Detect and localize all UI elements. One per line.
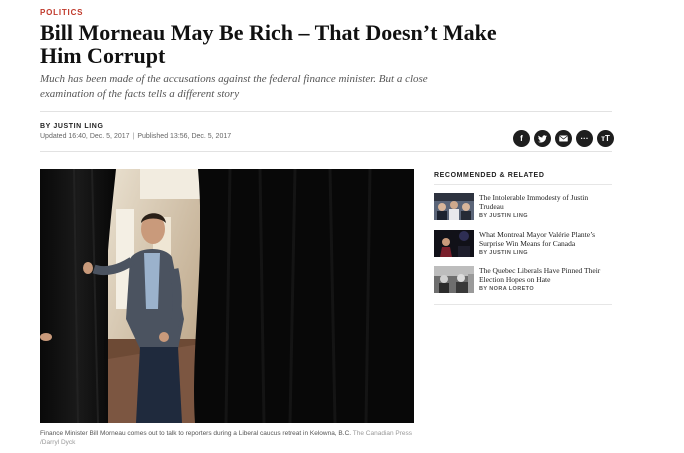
- lead-photo: [40, 169, 414, 423]
- published-date: Published 13:56, Dec. 5, 2017: [137, 133, 232, 140]
- related-item[interactable]: What Montreal Mayor Valérie Plante’s Sur…: [434, 230, 614, 257]
- updated-date: Updated 16:40, Dec. 5, 2017: [40, 133, 130, 140]
- related-author: BY JUSTIN LING: [479, 213, 528, 219]
- related-item[interactable]: The Quebec Liberals Have Pinned Their El…: [434, 266, 614, 293]
- related-divider: [434, 304, 612, 305]
- text-size-icon: ᴛT: [601, 134, 610, 143]
- facebook-icon: f: [520, 134, 523, 143]
- caption-text: Finance Minister Bill Morneau comes out …: [40, 430, 352, 437]
- article-headline: Bill Morneau May Be Rich – That Doesn’t …: [40, 20, 497, 68]
- related-item[interactable]: The Intolerable Immodesty of Justin Trud…: [434, 193, 614, 220]
- twitter-share-button[interactable]: [534, 130, 551, 147]
- related-thumbnail[interactable]: [434, 266, 474, 293]
- section-label[interactable]: POLITICS: [40, 8, 83, 17]
- related-title[interactable]: The Intolerable Immodesty of Justin Trud…: [479, 193, 614, 211]
- date-separator: |: [132, 133, 135, 140]
- related-thumbnail[interactable]: [434, 193, 474, 220]
- photo-caption: Finance Minister Bill Morneau comes out …: [40, 429, 420, 447]
- divider: [40, 111, 612, 112]
- article-deck: Much has been made of the accusations ag…: [40, 73, 428, 100]
- related-heading: RECOMMENDED & RELATED: [434, 172, 545, 179]
- more-share-button[interactable]: ···: [576, 130, 593, 147]
- facebook-share-button[interactable]: f: [513, 130, 530, 147]
- related-author: BY NORA LORETO: [479, 286, 535, 292]
- divider: [40, 151, 612, 152]
- email-icon: [559, 135, 568, 142]
- share-bar: f ··· ᴛT: [513, 130, 614, 147]
- byline[interactable]: BY JUSTIN LING: [40, 123, 104, 130]
- twitter-icon: [538, 134, 547, 143]
- related-title[interactable]: What Montreal Mayor Valérie Plante’s Sur…: [479, 230, 614, 248]
- related-divider: [434, 184, 612, 185]
- dateline: Updated 16:40, Dec. 5, 2017 | Published …: [40, 133, 231, 140]
- related-author: BY JUSTIN LING: [479, 250, 528, 256]
- text-size-button[interactable]: ᴛT: [597, 130, 614, 147]
- related-thumbnail[interactable]: [434, 230, 474, 257]
- more-icon: ···: [580, 134, 589, 143]
- related-title[interactable]: The Quebec Liberals Have Pinned Their El…: [479, 266, 614, 284]
- email-share-button[interactable]: [555, 130, 572, 147]
